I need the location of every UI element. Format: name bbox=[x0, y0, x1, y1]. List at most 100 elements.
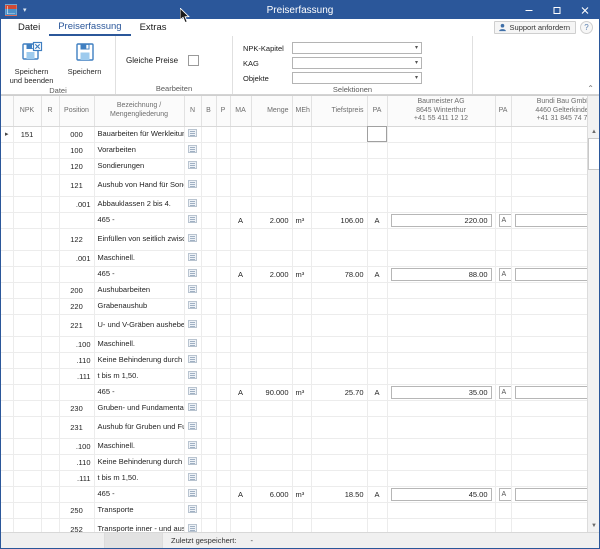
cell-vendor-1-pa[interactable] bbox=[495, 502, 512, 519]
cell-vendor-1-pa[interactable] bbox=[495, 518, 512, 532]
cell-npk[interactable] bbox=[13, 384, 42, 401]
cell-vendor-1-price[interactable] bbox=[386, 314, 496, 337]
cell-npk[interactable] bbox=[13, 314, 42, 337]
cell-tiefstpreis[interactable] bbox=[311, 228, 368, 251]
kag-combobox[interactable]: ▾ bbox=[292, 57, 422, 69]
cell-tiefstpreis[interactable] bbox=[311, 314, 368, 337]
cell-menge[interactable] bbox=[251, 502, 293, 519]
cell-pa-base[interactable] bbox=[367, 142, 388, 159]
cell-menge[interactable] bbox=[251, 314, 293, 337]
row-marker[interactable] bbox=[1, 502, 14, 519]
cell-meh[interactable] bbox=[292, 336, 312, 353]
cell-p[interactable] bbox=[216, 250, 231, 267]
col-bezeichnung[interactable]: Bezeichnung / Mengengliederung bbox=[94, 96, 185, 127]
cell-npk[interactable] bbox=[13, 174, 42, 197]
col-n[interactable]: N bbox=[184, 96, 202, 127]
cell-vendor-2-price[interactable] bbox=[511, 502, 599, 519]
cell-r[interactable] bbox=[41, 174, 60, 197]
cell-tiefstpreis[interactable] bbox=[311, 196, 368, 213]
memo-icon[interactable] bbox=[188, 403, 197, 411]
cell-n[interactable] bbox=[184, 196, 202, 213]
memo-icon[interactable] bbox=[188, 269, 197, 277]
table-row[interactable]: 220 Grabenaushub bbox=[1, 298, 599, 315]
table-row[interactable]: 122Einfüllen von seitlich zwischengelage… bbox=[1, 228, 599, 251]
cell-tiefstpreis[interactable] bbox=[311, 352, 368, 369]
cell-p[interactable] bbox=[216, 298, 231, 315]
cell-meh[interactable]: m³ bbox=[292, 212, 312, 229]
cell-r[interactable] bbox=[41, 314, 60, 337]
cell-tiefstpreis[interactable]: 18.50 bbox=[311, 486, 368, 503]
cell-r[interactable] bbox=[41, 352, 60, 369]
cell-tiefstpreis[interactable] bbox=[311, 336, 368, 353]
memo-icon[interactable] bbox=[188, 285, 197, 293]
row-marker[interactable] bbox=[1, 282, 14, 299]
memo-icon[interactable] bbox=[188, 371, 197, 379]
cell-p[interactable] bbox=[216, 336, 231, 353]
cell-bezeichnung[interactable]: Keine Behinderung durch Spriessung. bbox=[94, 454, 185, 471]
vendor-1-pa-input[interactable]: A bbox=[498, 267, 510, 281]
cell-p[interactable] bbox=[216, 352, 231, 369]
cell-ma[interactable] bbox=[230, 174, 252, 197]
cell-p[interactable] bbox=[216, 126, 231, 143]
cell-pa-base[interactable] bbox=[367, 518, 388, 532]
cell-tiefstpreis[interactable]: 106.00 bbox=[311, 212, 368, 229]
cell-pa-base[interactable] bbox=[367, 454, 388, 471]
table-row[interactable]: 465 -A90.000m³25.70A35.00A25.70A bbox=[1, 384, 599, 401]
cell-ma[interactable] bbox=[230, 368, 252, 385]
cell-vendor-1-price[interactable] bbox=[386, 438, 496, 455]
memo-icon[interactable] bbox=[188, 199, 197, 207]
cell-vendor-1-pa[interactable]: A bbox=[495, 384, 512, 401]
cell-menge[interactable] bbox=[251, 196, 293, 213]
cell-ma[interactable]: A bbox=[230, 266, 252, 283]
cell-tiefstpreis[interactable] bbox=[311, 282, 368, 299]
quick-access-caret-icon[interactable]: ▾ bbox=[23, 7, 27, 14]
vendor-1-price-input[interactable]: 220.00 bbox=[390, 213, 492, 227]
memo-icon[interactable] bbox=[188, 253, 197, 261]
cell-position[interactable]: 200 bbox=[59, 282, 95, 299]
cell-ma[interactable] bbox=[230, 352, 252, 369]
cell-menge[interactable] bbox=[251, 126, 293, 143]
cell-r[interactable] bbox=[41, 502, 60, 519]
row-marker[interactable] bbox=[1, 416, 14, 439]
cell-npk[interactable] bbox=[13, 454, 42, 471]
table-row[interactable]: .100 Maschinell. bbox=[1, 438, 599, 455]
cell-b[interactable] bbox=[201, 212, 217, 229]
vertical-scrollbar[interactable]: ▲ ▼ bbox=[587, 96, 599, 532]
cell-vendor-2-price[interactable] bbox=[511, 228, 599, 251]
cell-p[interactable] bbox=[216, 486, 231, 503]
cell-r[interactable] bbox=[41, 250, 60, 267]
cell-position[interactable] bbox=[59, 384, 95, 401]
cell-vendor-1-price[interactable] bbox=[386, 228, 496, 251]
table-row[interactable]: 231Aushub für Gruben und Fundamente, Abb… bbox=[1, 416, 599, 439]
cell-ma[interactable] bbox=[230, 314, 252, 337]
cell-p[interactable] bbox=[216, 212, 231, 229]
cell-npk[interactable] bbox=[13, 212, 42, 229]
col-b[interactable]: B bbox=[201, 96, 217, 127]
cell-pa-base[interactable] bbox=[367, 336, 388, 353]
col-ma[interactable]: MA bbox=[230, 96, 252, 127]
cell-n[interactable] bbox=[184, 486, 202, 503]
cell-position[interactable]: .001 bbox=[59, 250, 95, 267]
row-marker[interactable] bbox=[1, 352, 14, 369]
cell-vendor-1-price[interactable] bbox=[386, 196, 496, 213]
col-tiefstpreis[interactable]: Tiefstpreis bbox=[311, 96, 368, 127]
cell-vendor-2-price[interactable]: 78.00 bbox=[511, 266, 599, 283]
tab-preiserfassung[interactable]: Preiserfassung bbox=[49, 20, 131, 36]
cell-ma[interactable] bbox=[230, 518, 252, 532]
cell-n[interactable] bbox=[184, 298, 202, 315]
cell-bezeichnung[interactable]: Maschinell. bbox=[94, 438, 185, 455]
cell-p[interactable] bbox=[216, 454, 231, 471]
col-vendor-2[interactable]: Bundi Bau GmbH 4460 Gelterkinden +41 31 … bbox=[511, 96, 599, 127]
cell-bezeichnung[interactable]: t bis m 1,50. bbox=[94, 470, 185, 487]
cell-position[interactable]: 231 bbox=[59, 416, 95, 439]
cell-n[interactable] bbox=[184, 142, 202, 159]
cell-position[interactable]: 220 bbox=[59, 298, 95, 315]
cell-vendor-1-pa[interactable] bbox=[495, 416, 512, 439]
cell-tiefstpreis[interactable] bbox=[311, 454, 368, 471]
cell-r[interactable] bbox=[41, 454, 60, 471]
cell-tiefstpreis[interactable] bbox=[311, 126, 368, 143]
col-position[interactable]: Position bbox=[59, 96, 95, 127]
cell-pa-base[interactable] bbox=[367, 470, 388, 487]
cell-npk[interactable] bbox=[13, 282, 42, 299]
row-marker[interactable] bbox=[1, 454, 14, 471]
